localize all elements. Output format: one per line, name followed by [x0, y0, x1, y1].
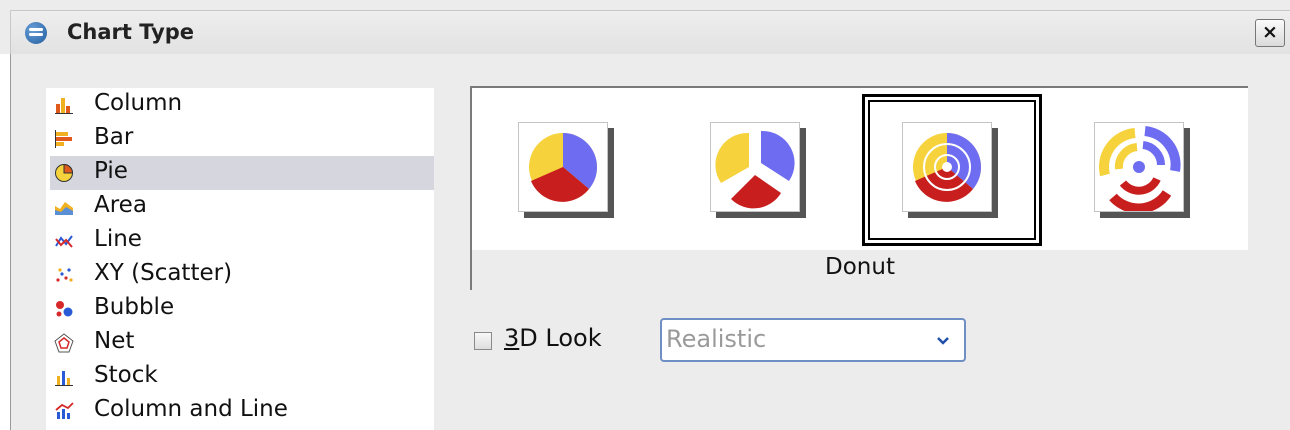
list-item-area[interactable]: Area: [50, 190, 434, 224]
close-button[interactable]: ×: [1255, 19, 1285, 47]
3d-look-label: 3D Look: [504, 324, 602, 352]
variant-caption: Donut: [825, 254, 895, 280]
list-item-label: Line: [94, 226, 142, 252]
list-item-line[interactable]: Line: [50, 224, 434, 258]
variant-caption-bar: Donut: [472, 250, 1248, 290]
scheme-dropdown[interactable]: Realistic: [660, 318, 966, 362]
scatter-chart-icon: [56, 268, 73, 282]
list-item-xy-scatter[interactable]: XY (Scatter): [50, 258, 434, 292]
pie-chart-icon: [55, 163, 74, 182]
list-item-label: Bubble: [94, 294, 175, 320]
chart-type-dialog: Chart Type × Column Bar Pie Area Line XY…: [0, 0, 1290, 430]
label-rest: D Look: [519, 324, 602, 352]
variant-exploded-donut[interactable]: [1094, 122, 1190, 218]
chevron-down-icon: [937, 337, 949, 345]
list-item-pie[interactable]: Pie: [50, 156, 434, 190]
list-item-stock[interactable]: Stock: [50, 360, 434, 394]
list-item-column-and-line[interactable]: Column and Line: [50, 394, 434, 428]
list-item-bubble[interactable]: Bubble: [50, 292, 434, 326]
variant-normal-pie[interactable]: [518, 122, 614, 218]
mnemonic-char: 3: [504, 324, 520, 352]
list-item-label: Area: [94, 192, 147, 218]
list-item-net[interactable]: Net: [50, 326, 434, 360]
stock-chart-icon: [55, 371, 73, 386]
left-edge: [0, 54, 11, 430]
selected-variant-frame: [862, 94, 1042, 246]
title-bar: Chart Type ×: [10, 10, 1290, 54]
bubble-chart-icon: [56, 301, 73, 317]
app-icon: [25, 22, 47, 44]
net-chart-icon: [54, 333, 74, 353]
list-item-label: Stock: [94, 362, 158, 388]
column-chart-icon: [55, 98, 73, 114]
chart-variant-gallery: Donut: [470, 86, 1248, 290]
list-item-bar[interactable]: Bar: [50, 122, 434, 156]
bar-chart-icon: [55, 130, 72, 148]
area-chart-icon: [55, 202, 73, 215]
scheme-value: Realistic: [666, 325, 767, 353]
list-item-column[interactable]: Column: [50, 88, 434, 122]
list-item-label: XY (Scatter): [94, 260, 233, 286]
line-chart-icon: [55, 235, 73, 248]
list-item-label: Column and Line: [94, 396, 288, 422]
list-item-label: Pie: [94, 158, 128, 184]
variant-exploded-pie[interactable]: [710, 122, 806, 218]
3d-look-checkbox[interactable]: [474, 332, 492, 350]
column-and-line-chart-icon: [55, 402, 74, 419]
list-item-label: Column: [94, 90, 183, 116]
chart-type-list: Column Bar Pie Area Line XY (Scatter) Bu…: [46, 88, 434, 430]
list-item-label: Net: [94, 328, 135, 354]
dialog-title: Chart Type: [67, 20, 195, 44]
list-item-label: Bar: [94, 124, 134, 150]
